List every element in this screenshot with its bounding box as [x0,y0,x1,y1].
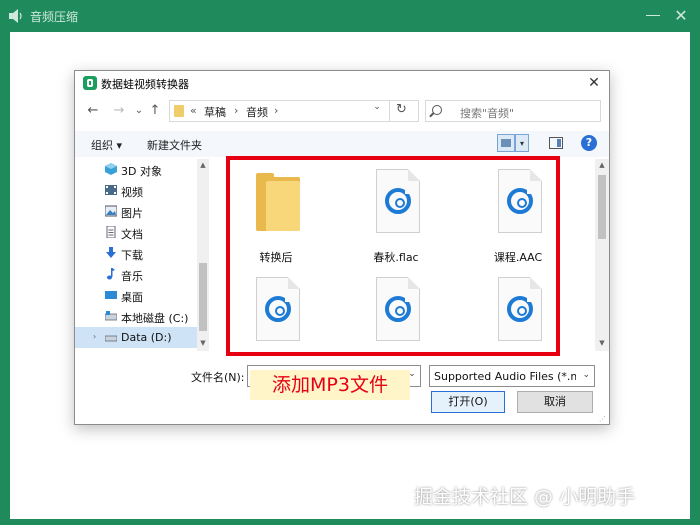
sidebar-item-3d-objects[interactable]: 3D 对象 [75,159,197,180]
sidebar-item-desktop[interactable]: 桌面 [75,285,197,306]
scroll-up-arrow-icon[interactable]: ▲ [197,159,209,171]
refresh-button[interactable]: ↻ [389,100,413,122]
audio-file-icon [376,169,420,233]
sidebar-item-label: 文档 [121,228,143,241]
sidebar-item-documents[interactable]: 文档 [75,222,197,243]
scroll-thumb[interactable] [598,175,606,239]
change-view-button[interactable] [497,134,515,152]
annotation-callout: 添加MP3文件 [250,370,410,400]
sidebar-item-music[interactable]: 音乐 [75,264,197,285]
sidebar-item-label: 音乐 [121,270,143,283]
app-logo-icon [83,76,97,90]
dialog-titlebar: 数据蛙视频转换器 ✕ [75,71,609,95]
chevron-right-icon: › [274,104,279,117]
search-icon [432,105,442,115]
breadcrumb-item-drafts[interactable]: 草稿 [204,104,226,120]
file-list-scrollbar[interactable]: ▲ ▼ [595,159,609,351]
file-name: 春秋.flac [373,251,419,264]
chevron-right-icon: › [234,104,239,117]
file-item-folder[interactable]: 转换后 [231,159,321,264]
breadcrumb-item-audio[interactable]: 音频 [246,104,268,120]
search-placeholder: 搜索"音频" [460,107,515,120]
pictures-icon [105,205,117,217]
music-icon [107,268,115,280]
address-dropdown-button[interactable]: ⌄ [370,100,384,114]
sidebar-item-downloads[interactable]: 下载 [75,243,197,264]
sidebar-item-local-disk-c[interactable]: 本地磁盘 (C:) [75,306,197,327]
filename-label: 文件名(N): [191,371,245,384]
app-bottom-bar [0,519,700,525]
app-titlebar: 音频压缩 ✕ [0,0,700,32]
file-type-select[interactable]: Supported Audio Files (*.mp ⌄ [429,365,595,387]
file-item-audio[interactable]: 春秋.flac [351,159,441,264]
file-item-audio[interactable] [351,267,441,367]
forward-button[interactable]: → [109,101,129,121]
chevron-right-icon[interactable]: › [93,332,101,341]
drive-icon [105,311,117,321]
speaker-icon [9,9,22,23]
sidebar-scrollbar[interactable]: ▲ ▼ [197,159,209,351]
view-options-dropdown[interactable]: ▾ [515,134,529,152]
downloads-icon [106,247,116,258]
dialog-title: 数据蛙视频转换器 [101,78,189,91]
file-list: 转换后 春秋.flac 课程.AAC [215,159,609,351]
watermark: 掘金技术社区 @ 小明助手 [414,486,636,508]
file-item-audio[interactable]: 课程.AAC [473,159,563,264]
sidebar-item-label: 下载 [121,249,143,262]
sidebar-item-pictures[interactable]: 图片 [75,201,197,222]
sidebar-item-label: 桌面 [121,291,143,304]
app-close-button[interactable]: ✕ [668,6,694,26]
sidebar-item-label: 图片 [121,207,143,220]
chevron-down-icon: ⌄ [582,370,590,380]
file-name: 课程.AAC [493,251,543,264]
scroll-thumb[interactable] [199,263,207,331]
desktop-icon [105,291,117,299]
sidebar-item-label: Data (D:) [121,331,172,344]
audio-file-icon [376,277,420,341]
folder-icon [174,105,184,117]
drive-icon [105,335,117,342]
file-item-audio[interactable] [473,267,563,367]
sidebar-item-label: 视频 [121,186,143,199]
minimize-button[interactable] [640,6,666,26]
file-name: 转换后 [259,251,293,264]
sidebar-item-video[interactable]: 视频 [75,180,197,201]
command-bar: 组织 ▾ 新建文件夹 ▾ ? [75,131,609,157]
folder-icon [256,173,300,231]
scroll-up-arrow-icon[interactable]: ▲ [595,159,609,171]
documents-icon [106,226,116,238]
navigation-pane: 3D 对象 视频 图片 文档 下载 音乐 桌面 本地磁盘 (C:) › Data… [75,159,209,351]
search-input[interactable]: 搜索"音频" [425,100,601,122]
sidebar-item-label: 3D 对象 [121,165,162,178]
3d-objects-icon [105,163,117,175]
organize-menu[interactable]: 组织 ▾ [91,137,122,153]
open-button[interactable]: 打开(O) [431,391,505,413]
app-title: 音频压缩 [30,10,79,24]
file-type-value: Supported Audio Files (*.mp [434,370,576,383]
sidebar-item-data-d[interactable]: › Data (D:) [75,327,197,348]
video-icon [105,185,117,195]
up-button[interactable]: ↑ [145,101,165,121]
resize-grip-icon[interactable]: ⋰ [599,415,607,423]
sidebar-item-label: 本地磁盘 (C:) [121,312,189,325]
back-button[interactable]: ← [83,101,103,121]
new-folder-button[interactable]: 新建文件夹 [147,137,202,153]
dialog-close-button[interactable]: ✕ [583,73,605,93]
preview-pane-button[interactable] [549,137,563,149]
breadcrumb-overflow[interactable]: « [190,104,197,117]
view-icon [501,139,511,147]
audio-file-icon [498,169,542,233]
scroll-down-arrow-icon[interactable]: ▼ [595,337,609,349]
audio-file-icon [256,277,300,341]
audio-file-icon [498,277,542,341]
help-button[interactable]: ? [581,135,597,151]
file-item-audio[interactable] [231,267,321,367]
navigation-bar: ← → ⌄ ↑ « 草稿 › 音频 › ⌄ ↻ 搜索"音频" [75,97,609,127]
cancel-button[interactable]: 取消 [517,391,593,413]
scroll-down-arrow-icon[interactable]: ▼ [197,337,209,349]
